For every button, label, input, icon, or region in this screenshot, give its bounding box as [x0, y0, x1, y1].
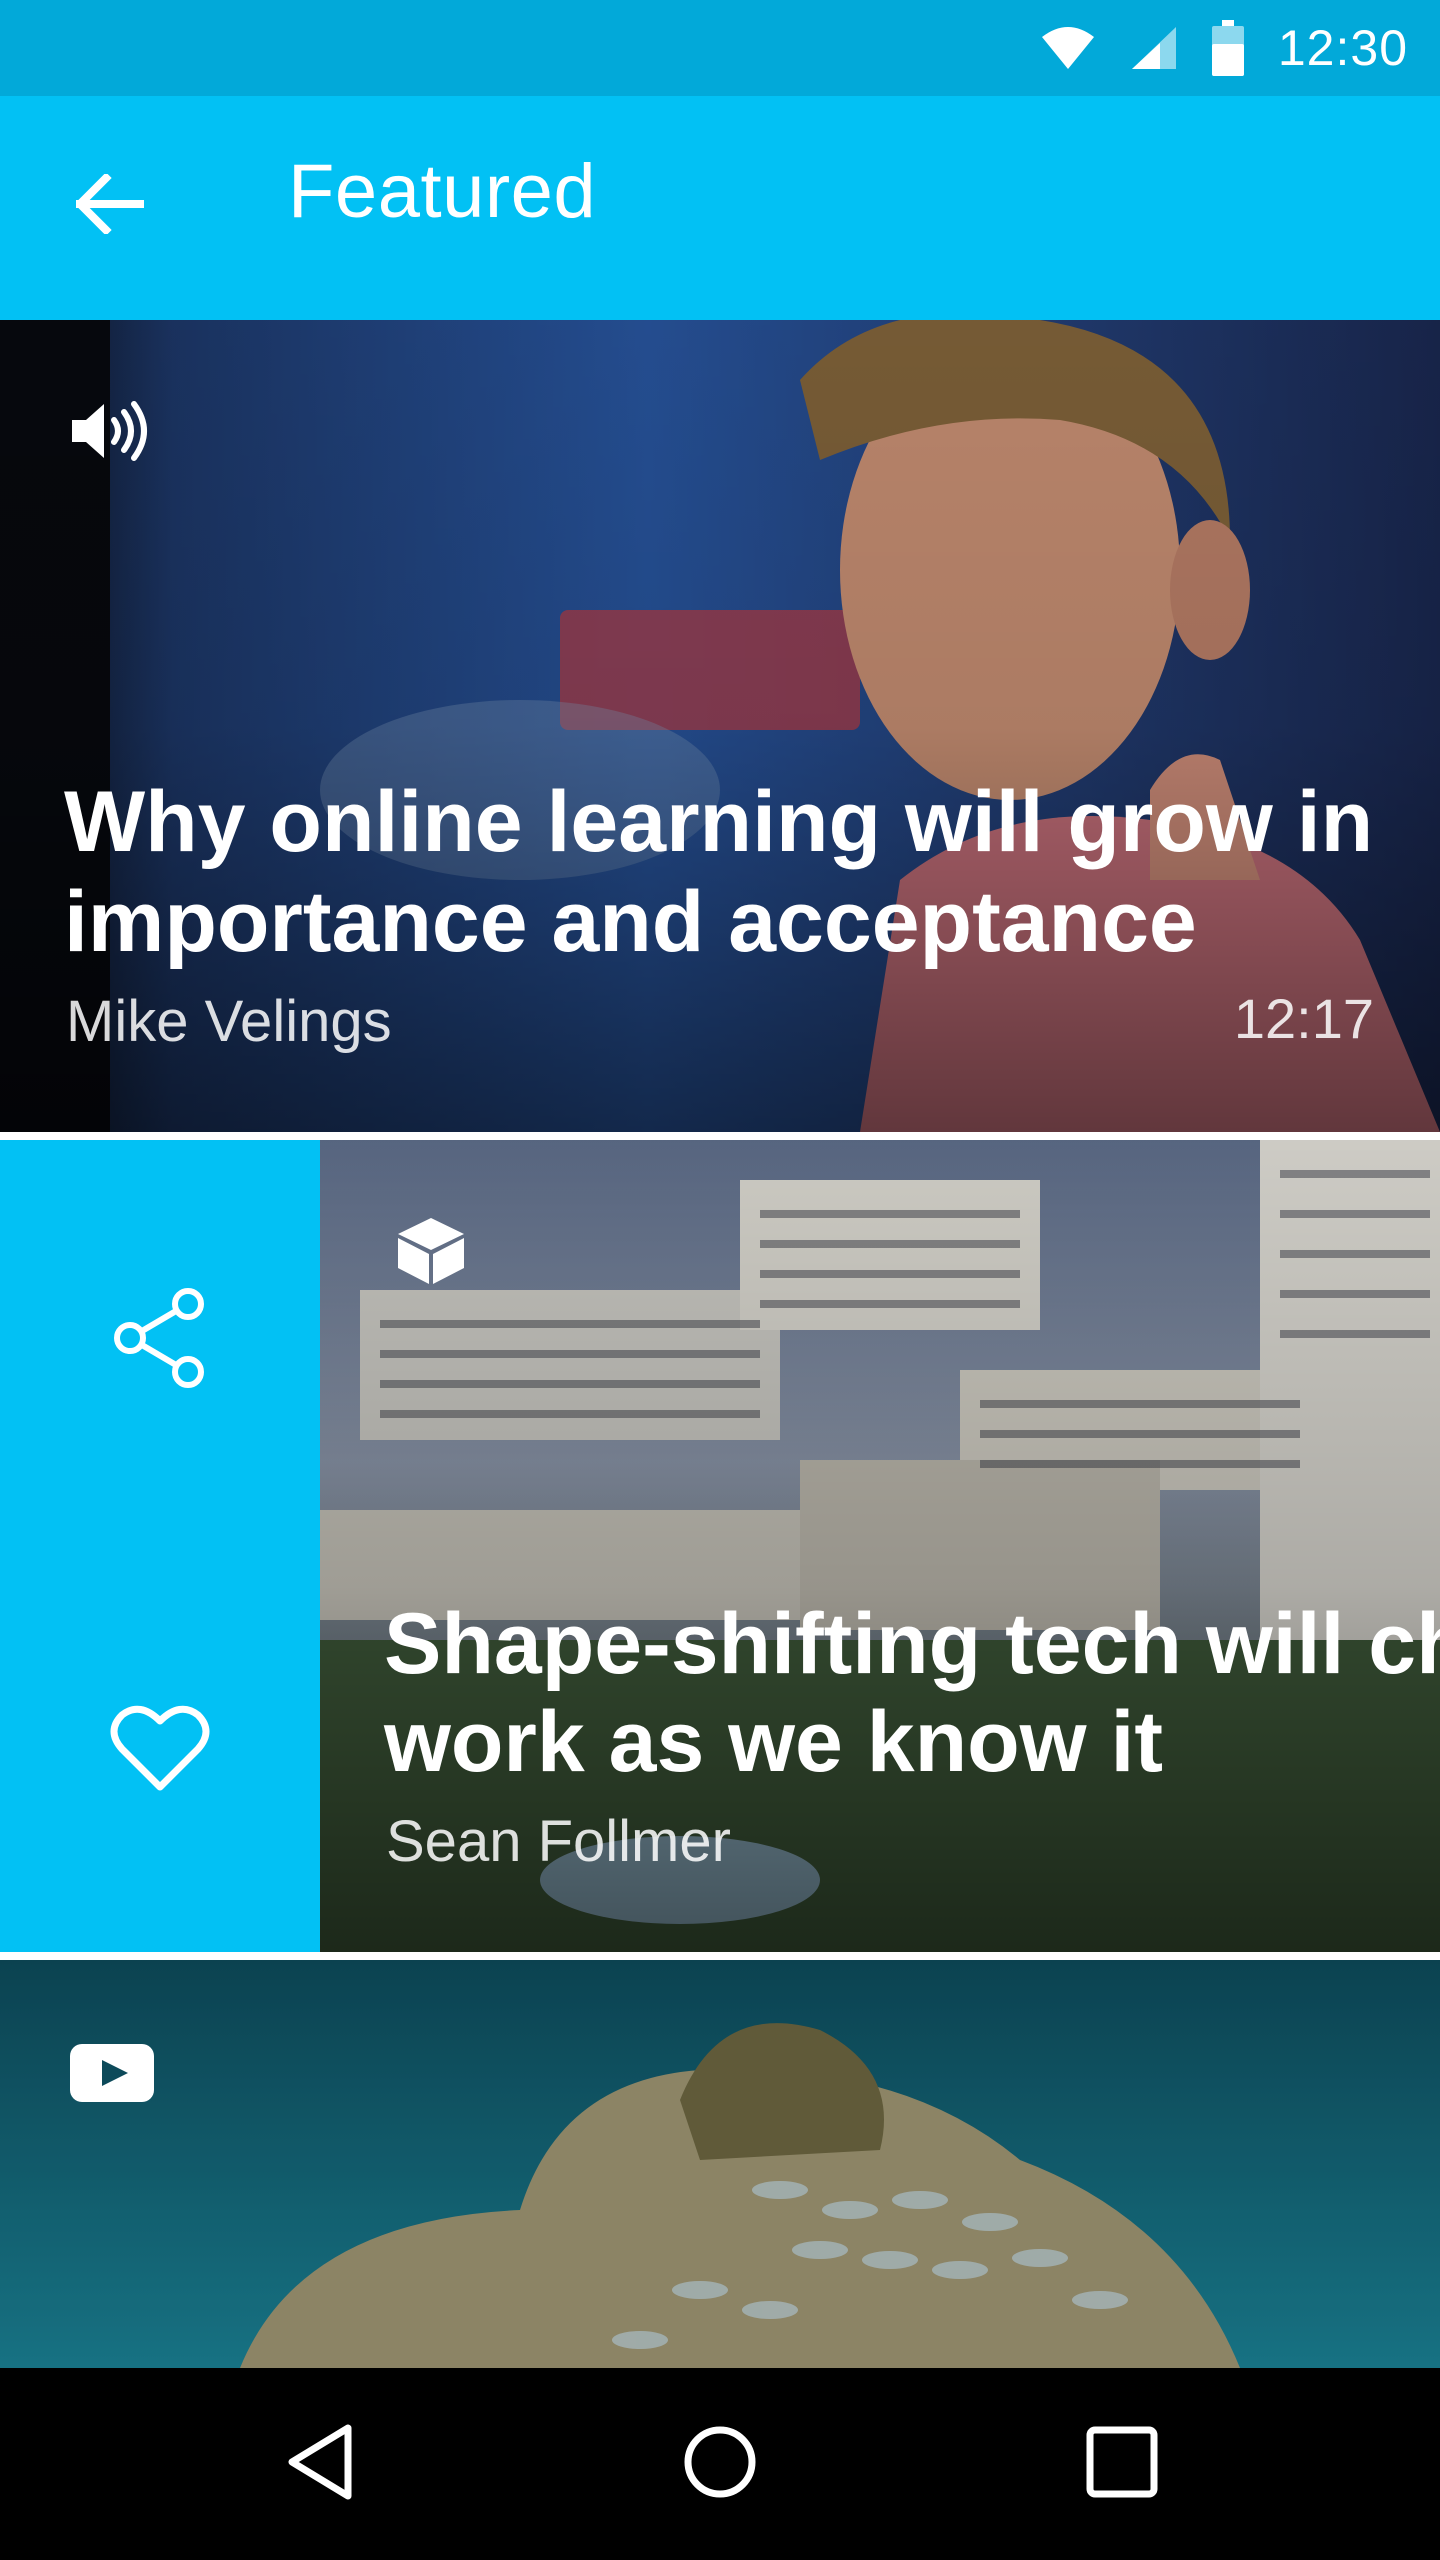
youtube-icon: [70, 2044, 154, 2107]
card-author: Sean Follmer: [386, 1809, 731, 1874]
volume-icon: [68, 400, 154, 467]
arrow-left-icon: [74, 171, 144, 239]
wifi-icon: [1040, 25, 1096, 71]
card-title-line1: Shape-shifting tech will cha: [384, 1596, 1440, 1692]
navigation-bar: [0, 2368, 1440, 2560]
battery-icon: [1211, 20, 1244, 76]
card-duration: 12:17: [1233, 987, 1374, 1050]
recents-square-icon: [1086, 2426, 1158, 2503]
nav-back-button[interactable]: [260, 2404, 380, 2524]
signal-icon: [1130, 25, 1178, 71]
card-2-content[interactable]: Shape-shifting tech will cha work as we …: [320, 1140, 1440, 1952]
page-title: Featured: [288, 149, 597, 234]
featured-card-3[interactable]: [0, 1960, 1440, 2368]
card-title-line2: work as we know it: [384, 1694, 1163, 1790]
status-time: 12:30: [1277, 20, 1408, 76]
home-circle-icon: [682, 2424, 758, 2505]
back-triangle-icon: [284, 2422, 356, 2507]
like-button[interactable]: [90, 1680, 230, 1820]
app-bar: Featured: [0, 96, 1440, 320]
card-title-line1: Why online learning will grow in: [64, 774, 1374, 870]
share-icon: [112, 1287, 208, 1393]
back-button[interactable]: [60, 156, 160, 256]
card-title-line2: importance and acceptance: [64, 874, 1197, 970]
nav-home-button[interactable]: [660, 2404, 780, 2524]
cube-icon: [396, 1216, 466, 1291]
share-button[interactable]: [90, 1270, 230, 1410]
featured-card-1[interactable]: Why online learning will grow in importa…: [0, 320, 1440, 1132]
card-author: Mike Velings: [66, 989, 392, 1054]
heart-icon: [110, 1703, 210, 1798]
status-bar: 12:30: [0, 0, 1440, 96]
featured-card-2[interactable]: Shape-shifting tech will cha work as we …: [0, 1140, 1440, 1952]
status-icons: 12:30: [1040, 0, 1408, 96]
card-actions-panel: [0, 1140, 320, 1952]
card-3-image: [0, 1960, 1440, 2368]
nav-recents-button[interactable]: [1062, 2404, 1182, 2524]
